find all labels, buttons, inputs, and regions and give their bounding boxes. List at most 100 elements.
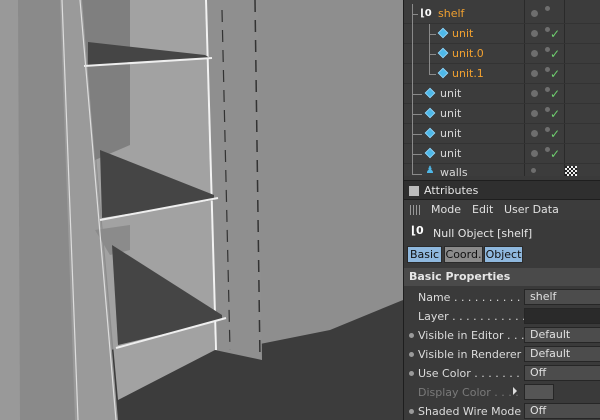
tree-row-unit[interactable]: unit ✓ [404, 104, 600, 124]
animation-dot-icon[interactable] [409, 371, 414, 376]
tree-row-unit[interactable]: unit ✓ [404, 144, 600, 164]
property-visible-in-renderer: Visible in Renderer . . Default [404, 345, 600, 364]
property-label: Visible in Editor . . . . . [418, 329, 539, 342]
menu-edit[interactable]: Edit [472, 203, 493, 216]
enabled-checkmark-icon[interactable]: ✓ [550, 48, 560, 60]
property-label: Name . . . . . . . . . . . . [418, 291, 535, 304]
tree-line [429, 34, 436, 35]
tab-object[interactable]: Object [484, 246, 523, 263]
enabled-checkmark-icon[interactable]: ✓ [550, 88, 560, 100]
animation-dot-icon[interactable] [409, 409, 414, 414]
tree-line [412, 154, 422, 155]
editor-visibility-dot[interactable] [531, 50, 538, 57]
enabled-checkmark-icon[interactable]: ✓ [550, 28, 560, 40]
tree-line [412, 114, 422, 115]
attribute-tabs: Basic Coord. Object [404, 246, 600, 264]
property-label: Visible in Renderer . . [418, 348, 536, 361]
use-color-dropdown[interactable]: Off [524, 365, 600, 381]
tree-row-unit[interactable]: unit ✓ [404, 84, 600, 104]
cube-icon [424, 147, 436, 160]
tree-line [412, 134, 422, 135]
enabled-checkmark-icon[interactable]: ✓ [550, 108, 560, 120]
tree-line [412, 174, 422, 175]
tree-line [412, 164, 413, 174]
tree-line [412, 44, 413, 64]
tree-row-shelf[interactable]: ⌊0 shelf [404, 4, 600, 24]
tree-label: unit.1 [452, 67, 484, 80]
property-name: Name . . . . . . . . . . . . shelf [404, 288, 600, 307]
editor-visibility-dot[interactable] [531, 168, 536, 173]
tree-row-unit[interactable]: unit ✓ [404, 124, 600, 144]
tree-label: unit [440, 107, 462, 120]
enabled-checkmark-icon[interactable]: ✓ [550, 68, 560, 80]
checker-tag-icon[interactable] [565, 166, 577, 176]
tree-line [412, 64, 413, 84]
property-label: Use Color . . . . . . . . [418, 367, 527, 380]
layer-field[interactable] [524, 308, 600, 324]
editor-visibility-dot[interactable] [531, 10, 538, 17]
animation-dot-icon[interactable] [409, 352, 414, 357]
animation-dot-icon[interactable] [409, 333, 414, 338]
tree-label: shelf [438, 7, 465, 20]
right-panel: ⌊0 shelf unit ✓ unit.0 ✓ unit.1 ✓ unit ✓… [403, 0, 600, 420]
viewport-3d[interactable] [0, 0, 403, 420]
property-display-color: Display Color . . . . [404, 383, 600, 402]
object-manager[interactable]: ⌊0 shelf unit ✓ unit.0 ✓ unit.1 ✓ unit ✓… [404, 0, 600, 176]
attributes-title: Attributes [424, 184, 479, 197]
expand-arrow-icon[interactable] [513, 387, 517, 395]
render-visibility-dot[interactable] [545, 6, 550, 11]
property-layer: Layer . . . . . . . . . . . . [404, 307, 600, 326]
visible-in-editor-dropdown[interactable]: Default [524, 327, 600, 343]
cube-icon [424, 87, 436, 100]
tree-line [412, 24, 413, 44]
editor-visibility-dot[interactable] [531, 150, 538, 157]
editor-visibility-dot[interactable] [531, 130, 538, 137]
tree-row-unit[interactable]: unit ✓ [404, 24, 600, 44]
attributes-menubar: Mode Edit User Data [404, 200, 600, 220]
tree-label: unit [452, 27, 474, 40]
null-object-icon: ⌊0 [411, 224, 424, 237]
figure-icon: ♟ [425, 165, 435, 176]
display-color-swatch[interactable] [524, 384, 554, 400]
section-title: Basic Properties [409, 270, 511, 283]
editor-visibility-dot[interactable] [531, 70, 538, 77]
property-label: Shaded Wire Mode [418, 405, 522, 418]
cube-icon [424, 107, 436, 120]
object-title: Null Object [shelf] [433, 227, 533, 240]
section-header: Basic Properties [404, 268, 600, 286]
tree-label: unit [440, 147, 462, 160]
panel-icon [409, 186, 419, 196]
cube-icon [437, 47, 449, 60]
editor-visibility-dot[interactable] [531, 30, 538, 37]
menu-mode[interactable]: Mode [431, 203, 461, 216]
object-title-bar: ⌊0 Null Object [shelf] [404, 222, 600, 244]
tree-row-walls[interactable]: ♟ walls [404, 164, 600, 176]
property-use-color: Use Color . . . . . . . . Off [404, 364, 600, 383]
attributes-header: Attributes [404, 180, 600, 200]
enabled-checkmark-icon[interactable]: ✓ [550, 148, 560, 160]
tree-label: walls [440, 166, 468, 176]
enabled-checkmark-icon[interactable]: ✓ [550, 128, 560, 140]
tree-label: unit.0 [452, 47, 484, 60]
tree-label: unit [440, 127, 462, 140]
viewport-scene [0, 0, 403, 420]
name-field[interactable]: shelf [524, 289, 600, 305]
editor-visibility-dot[interactable] [531, 90, 538, 97]
property-shaded-wire-mode: Shaded Wire Mode Off [404, 402, 600, 420]
tree-label: unit [440, 87, 462, 100]
menu-user-data[interactable]: User Data [504, 203, 559, 216]
property-label: Display Color . . . . [418, 386, 519, 399]
property-visible-in-editor: Visible in Editor . . . . . Default [404, 326, 600, 345]
tab-coord[interactable]: Coord. [444, 246, 483, 263]
tree-row-unit-0[interactable]: unit.0 ✓ [404, 44, 600, 64]
tree-line [429, 74, 436, 75]
cube-icon [424, 127, 436, 140]
visible-in-renderer-dropdown[interactable]: Default [524, 346, 600, 362]
tree-row-unit-1[interactable]: unit.1 ✓ [404, 64, 600, 84]
cube-icon [437, 27, 449, 40]
grip-icon[interactable] [410, 205, 422, 215]
shaded-wire-mode-dropdown[interactable]: Off [524, 403, 600, 419]
editor-visibility-dot[interactable] [531, 110, 538, 117]
tree-line [429, 64, 430, 74]
tab-basic[interactable]: Basic [407, 246, 442, 263]
